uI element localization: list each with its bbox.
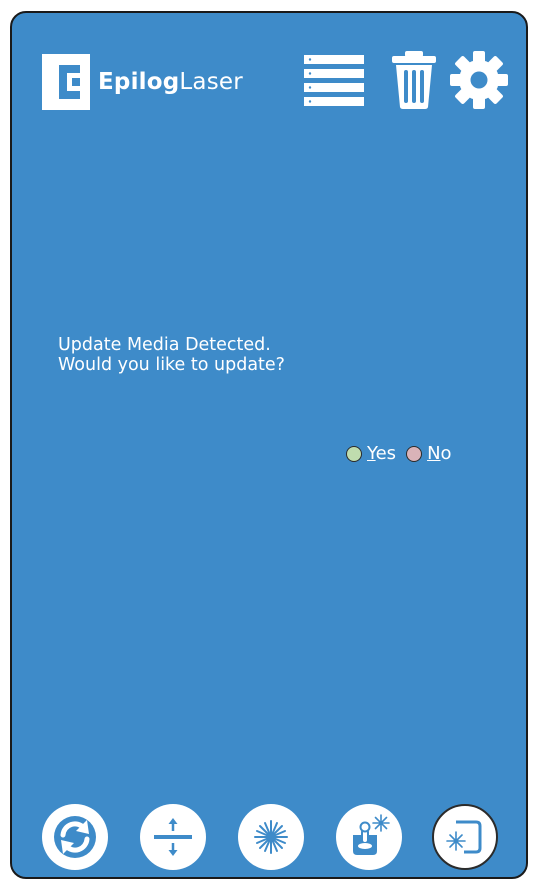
no-option[interactable]: No	[406, 445, 452, 463]
yes-label[interactable]: Yes	[367, 445, 396, 463]
gear-icon[interactable]	[450, 51, 508, 109]
brand-name: EpilogLaser	[98, 68, 243, 95]
bottom-nav	[12, 804, 526, 874]
no-label[interactable]: No	[427, 445, 451, 463]
laser-burst-icon	[254, 820, 288, 854]
laser-jog-button[interactable]	[336, 804, 402, 870]
brand-name-bold: Epilog	[98, 68, 180, 95]
yes-accesskey: Y	[367, 443, 376, 464]
yes-label-rest: es	[375, 443, 397, 464]
refresh-icon	[54, 816, 96, 858]
epilog-logo: EpilogLaser	[42, 54, 243, 110]
laser-joystick-icon	[353, 814, 390, 855]
message-line-2: Would you like to update?	[58, 355, 285, 375]
epilog-logo-icon	[42, 54, 90, 110]
focus-height-icon	[154, 818, 192, 856]
no-label-rest: o	[440, 443, 452, 464]
message-line-1: Update Media Detected.	[58, 335, 271, 355]
brand-name-light: Laser	[179, 68, 243, 95]
yes-radio[interactable]	[346, 446, 362, 462]
trash-icon[interactable]	[392, 51, 436, 109]
laser-frame-button[interactable]	[432, 804, 498, 870]
refresh-button[interactable]	[42, 804, 108, 870]
update-choices: Yes No	[346, 445, 452, 463]
laser-frame-icon	[446, 820, 482, 854]
job-list-icon[interactable]	[304, 55, 364, 107]
update-media-message: Update Media Detected. Would you like to…	[58, 335, 285, 375]
no-accesskey: N	[427, 443, 441, 464]
no-radio[interactable]	[406, 446, 423, 462]
laser-fire-button[interactable]	[238, 804, 304, 870]
device-screen: EpilogLaser Update Media Detected. Would…	[10, 11, 528, 879]
yes-option[interactable]: Yes	[346, 445, 396, 463]
focus-height-button[interactable]	[140, 804, 206, 870]
